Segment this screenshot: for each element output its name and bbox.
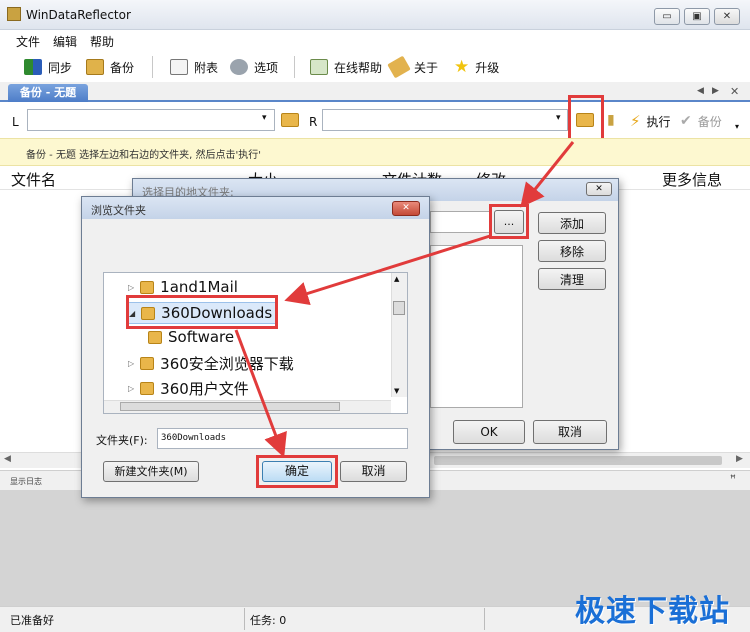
arrow-to-folder — [284, 234, 491, 306]
arrow-to-browse — [520, 141, 575, 208]
arrow-to-ok — [234, 329, 287, 458]
annotation-arrows — [234, 141, 575, 458]
watermark: 极速下载站 — [575, 594, 730, 629]
